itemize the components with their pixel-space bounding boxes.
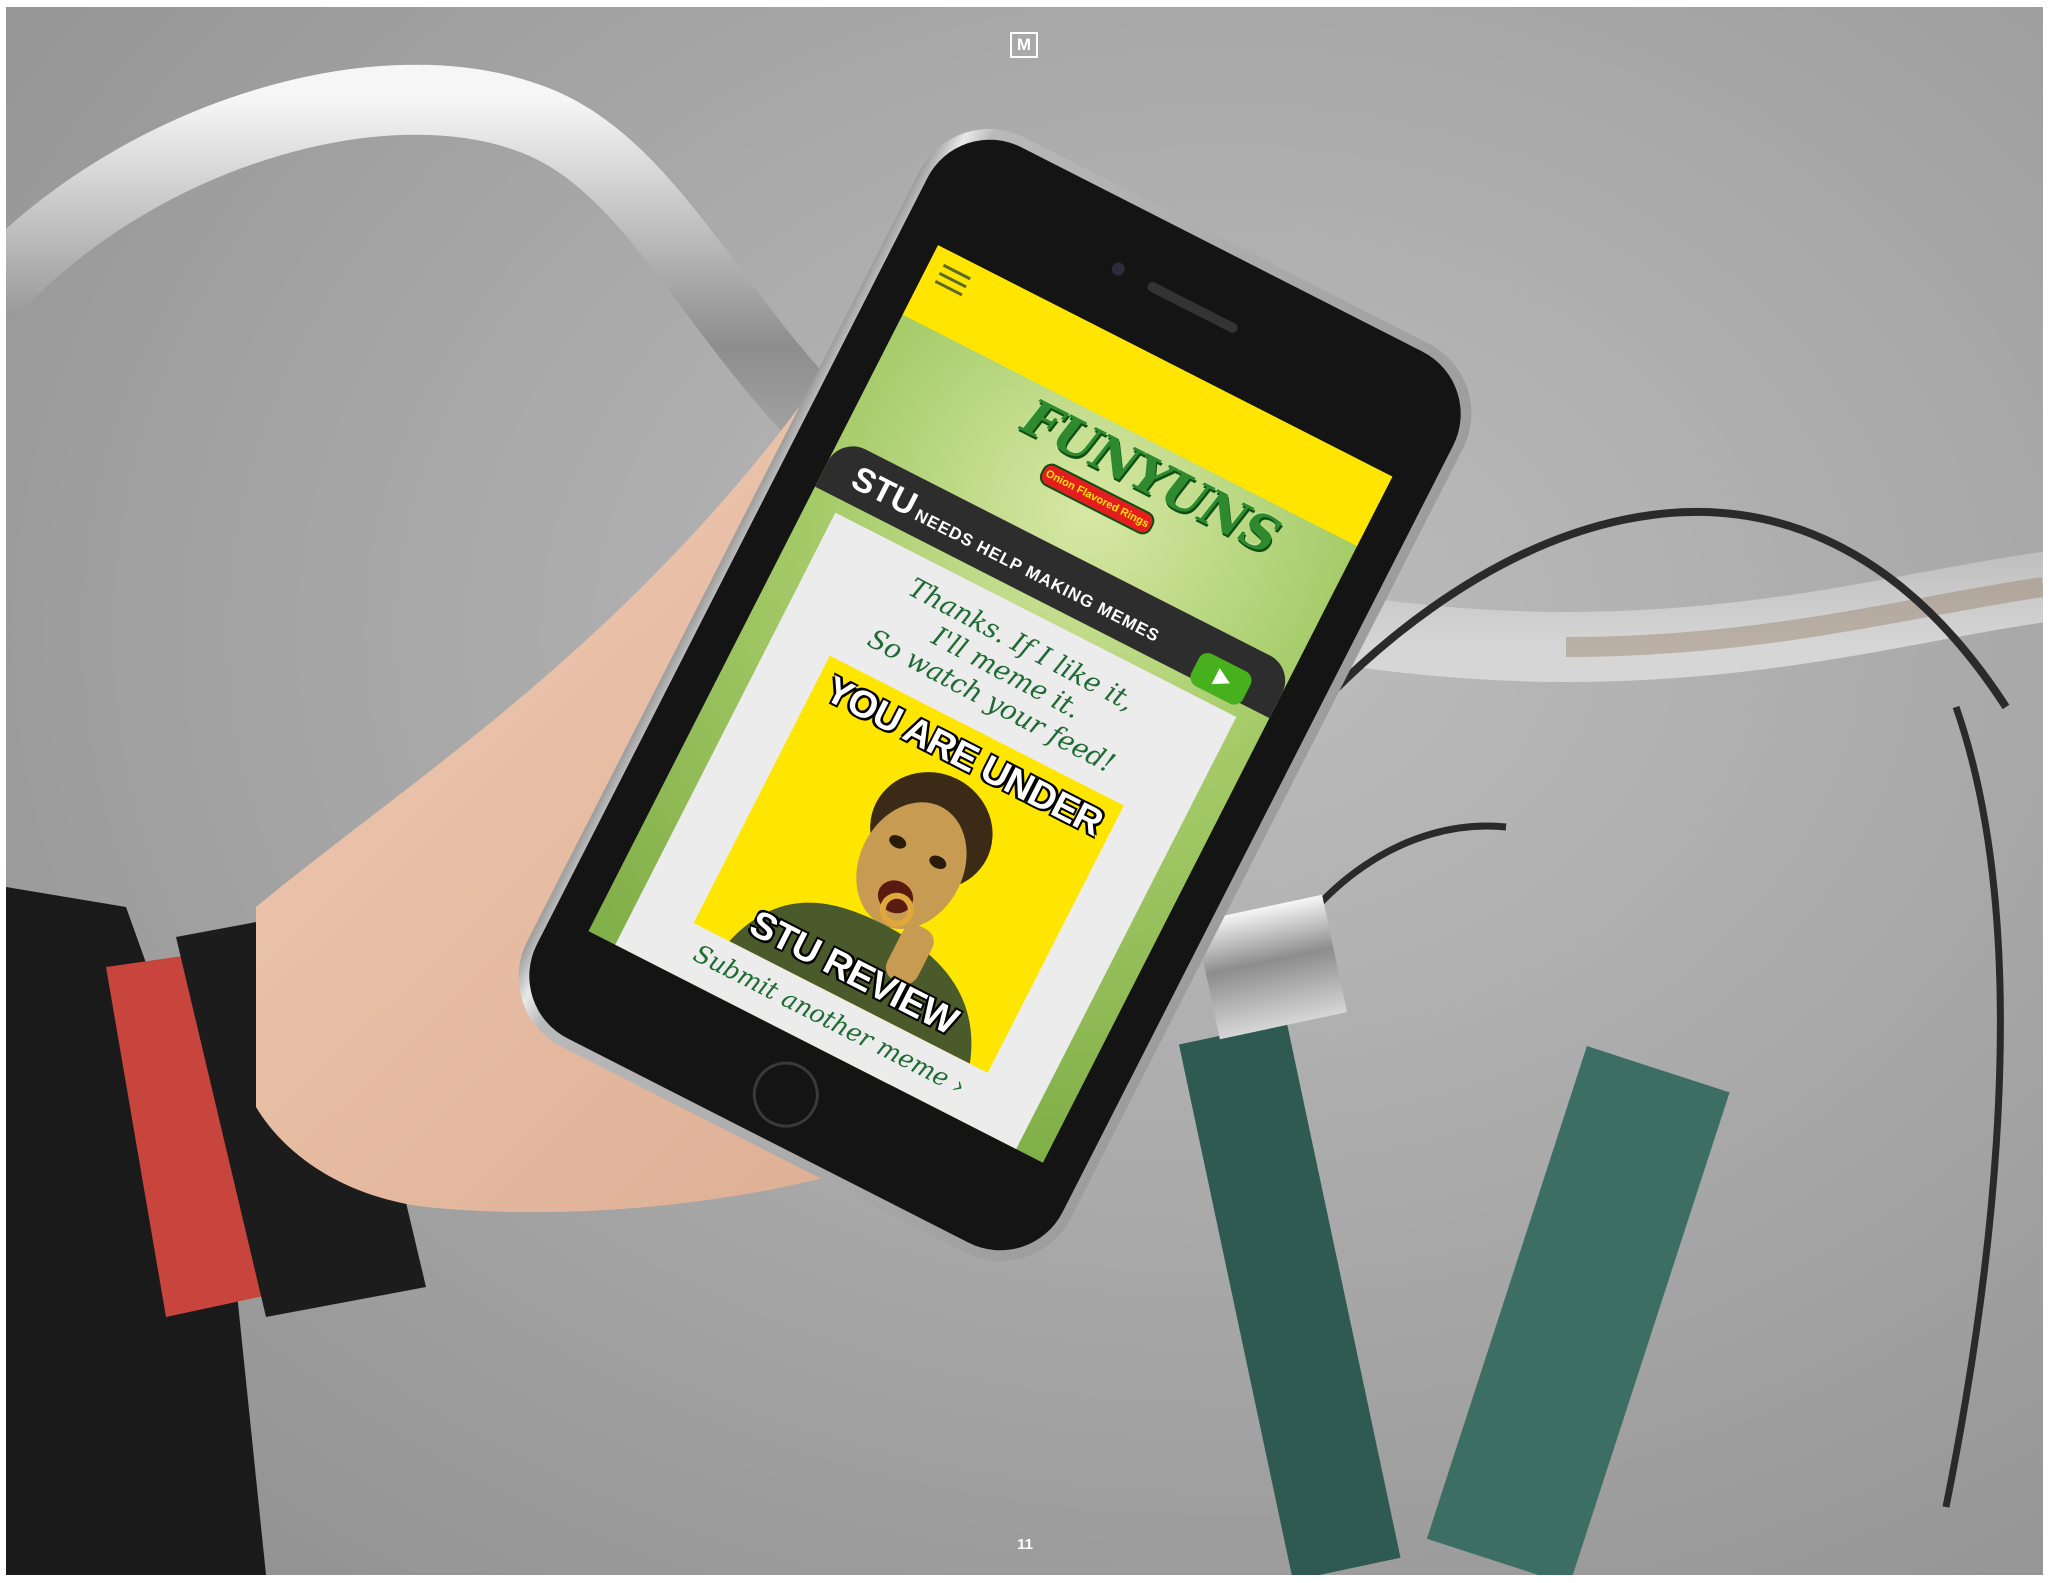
- front-camera: [1109, 260, 1128, 278]
- home-button[interactable]: [741, 1050, 831, 1139]
- speaker-grille: [1145, 280, 1240, 335]
- page-number: 11: [1017, 1536, 1033, 1553]
- brand-mark: M: [1010, 32, 1038, 58]
